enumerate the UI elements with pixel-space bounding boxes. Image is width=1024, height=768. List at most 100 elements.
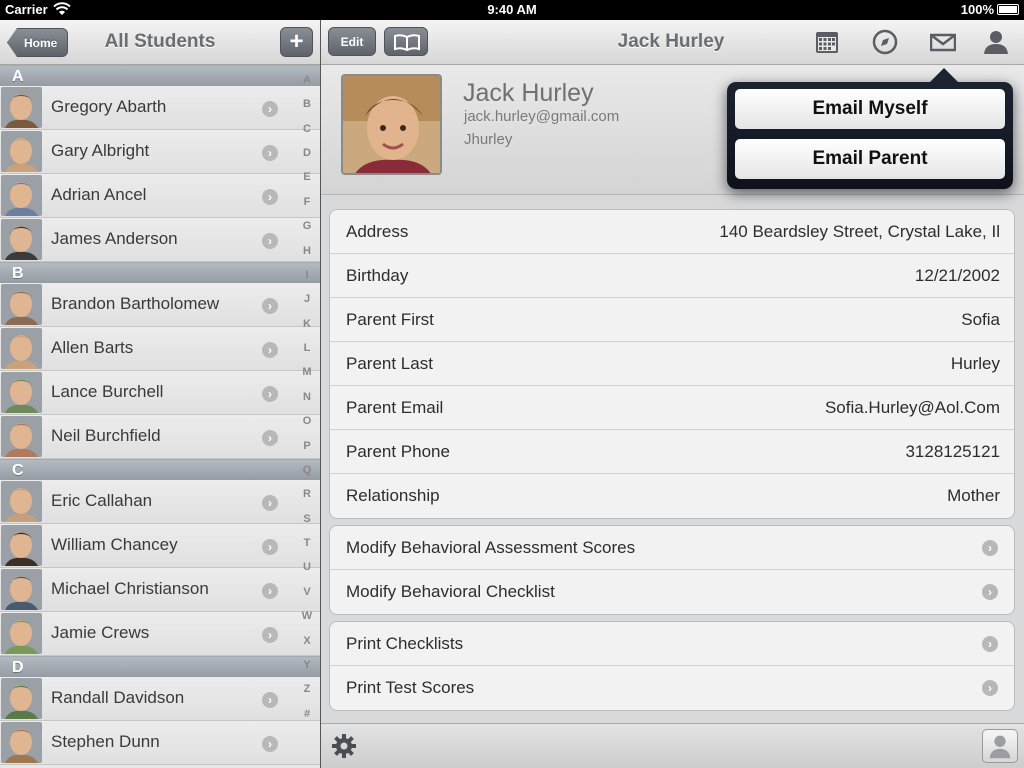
email-parent-button[interactable]: Email Parent (735, 139, 1005, 179)
email-popover: Email Myself Email Parent (727, 68, 1013, 189)
index-letter[interactable]: Q (294, 464, 320, 476)
student-row[interactable]: Jamie Crews › (0, 612, 320, 656)
popover-arrow (930, 68, 958, 82)
action-label: Modify Behavioral Assessment Scores (346, 538, 636, 557)
compass-icon[interactable] (872, 29, 898, 55)
detail-value: 12/21/2002 (914, 266, 1000, 285)
student-row[interactable]: Eric Callahan › (0, 480, 320, 524)
index-letter[interactable]: B (294, 98, 320, 110)
index-letter[interactable]: I (294, 269, 320, 281)
add-student-button[interactable]: + (280, 27, 313, 57)
index-letter[interactable]: N (294, 391, 320, 403)
index-letter[interactable]: F (294, 196, 320, 208)
student-row[interactable]: Gary Albright › (0, 130, 320, 174)
index-letter[interactable]: R (294, 488, 320, 500)
disclosure-chevron-icon[interactable]: › (262, 145, 278, 161)
disclosure-chevron-icon[interactable]: › (262, 386, 278, 402)
index-letter[interactable]: T (294, 537, 320, 549)
student-avatar (1, 569, 42, 610)
gear-icon[interactable] (331, 733, 357, 759)
disclosure-chevron-icon[interactable]: › (262, 583, 278, 599)
email-myself-button[interactable]: Email Myself (735, 89, 1005, 129)
index-letter[interactable]: J (294, 293, 320, 305)
modify-action-row[interactable]: Modify Behavioral Checklist › (330, 570, 1014, 614)
student-row[interactable]: James Anderson › (0, 218, 320, 262)
student-avatar (1, 175, 42, 216)
student-name: Neil Burchfield (51, 426, 161, 445)
disclosure-chevron-icon[interactable]: › (262, 342, 278, 358)
calendar-icon[interactable] (814, 29, 840, 55)
student-row[interactable]: Adrian Ancel › (0, 174, 320, 218)
index-letter[interactable]: P (294, 440, 320, 452)
disclosure-chevron-icon[interactable]: › (262, 692, 278, 708)
student-row[interactable]: William Chancey › (0, 524, 320, 568)
index-letter[interactable]: K (294, 318, 320, 330)
index-letter[interactable]: U (294, 561, 320, 573)
disclosure-chevron-icon[interactable]: › (262, 736, 278, 752)
index-letter[interactable]: H (294, 245, 320, 257)
disclosure-chevron-icon[interactable]: › (262, 101, 278, 117)
detail-value: Mother (947, 486, 1000, 505)
disclosure-chevron-icon[interactable]: › (262, 189, 278, 205)
detail-label: Parent First (346, 310, 434, 329)
disclosure-chevron-icon[interactable]: › (262, 495, 278, 511)
index-letter[interactable]: C (294, 123, 320, 135)
index-letter[interactable]: W (294, 610, 320, 622)
detail-row: Parent Last Hurley (330, 342, 1014, 386)
student-name: Brandon Bartholomew (51, 294, 220, 313)
index-letter[interactable]: D (294, 147, 320, 159)
detail-label: Parent Phone (346, 442, 450, 461)
student-row[interactable]: Randall Davidson › (0, 677, 320, 721)
section-header: B (0, 262, 320, 283)
student-name: William Chancey (51, 535, 178, 554)
book-button[interactable] (384, 27, 428, 56)
student-row[interactable]: Stephen Dunn › (0, 721, 320, 765)
detail-label: Parent Email (346, 398, 444, 417)
student-avatar (1, 416, 42, 457)
print-action-row[interactable]: Print Test Scores › (330, 666, 1014, 710)
index-letter[interactable]: O (294, 415, 320, 427)
index-letter[interactable]: M (294, 366, 320, 378)
disclosure-chevron-icon[interactable]: › (262, 539, 278, 555)
detail-label: Parent Last (346, 354, 433, 373)
print-action-row[interactable]: Print Checklists › (330, 622, 1014, 666)
disclosure-chevron-icon[interactable]: › (262, 430, 278, 446)
student-row[interactable]: Neil Burchfield › (0, 415, 320, 459)
mail-icon[interactable] (930, 29, 956, 55)
index-letter[interactable]: Y (294, 659, 320, 671)
student-row[interactable]: Michael Christianson › (0, 568, 320, 612)
disclosure-chevron-icon[interactable]: › (262, 298, 278, 314)
student-name: James Anderson (51, 229, 178, 248)
index-letter[interactable]: E (294, 171, 320, 183)
person-icon[interactable] (983, 29, 1009, 55)
edit-button[interactable]: Edit (328, 27, 376, 56)
detail-row: Birthday 12/21/2002 (330, 254, 1014, 298)
contact-icon (989, 735, 1011, 759)
alphabet-index[interactable]: A B C D E F G H I J K L M N O P Q R S T U V W X Y Z # (294, 66, 320, 766)
student-list-pane: Home All Students + A Gregory Abarth › Gary… (0, 20, 320, 768)
detail-value: 3128125121 (905, 442, 1000, 461)
print-actions-group: Print Checklists › Print Test Scores › (329, 621, 1015, 711)
student-name: Stephen Dunn (51, 732, 160, 751)
index-letter[interactable]: # (294, 708, 320, 720)
disclosure-chevron-icon[interactable]: › (262, 627, 278, 643)
disclosure-chevron-icon[interactable]: › (262, 233, 278, 249)
index-letter[interactable]: S (294, 513, 320, 525)
student-row[interactable]: Brandon Bartholomew › (0, 283, 320, 327)
profile-email[interactable]: jack.hurley@gmail.com (464, 108, 619, 125)
student-row[interactable]: Allen Barts › (0, 327, 320, 371)
student-name: Randall Davidson (51, 688, 185, 707)
index-letter[interactable]: V (294, 586, 320, 598)
student-row[interactable]: Lance Burchell › (0, 371, 320, 415)
student-avatar (1, 131, 42, 172)
index-letter[interactable]: G (294, 220, 320, 232)
student-name: Eric Callahan (51, 491, 153, 510)
index-letter[interactable]: Z (294, 683, 320, 695)
contact-button[interactable] (982, 729, 1018, 763)
modify-action-row[interactable]: Modify Behavioral Assessment Scores › (330, 526, 1014, 570)
index-letter[interactable]: L (294, 342, 320, 354)
index-letter[interactable]: X (294, 635, 320, 647)
section-header: D (0, 656, 320, 677)
index-letter[interactable]: A (294, 74, 320, 86)
student-row[interactable]: Gregory Abarth › (0, 86, 320, 130)
